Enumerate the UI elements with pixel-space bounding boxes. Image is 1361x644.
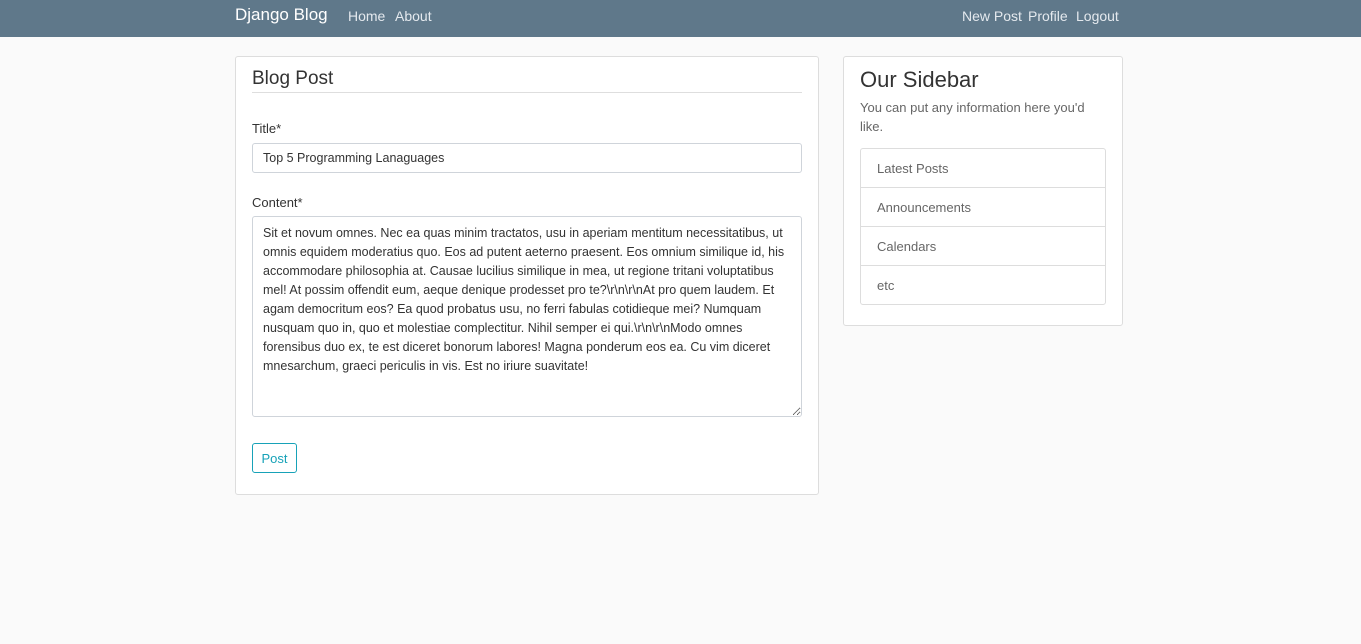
nav-new-post-link[interactable]: New Post (962, 8, 1022, 24)
brand-link[interactable]: Django Blog (235, 5, 328, 25)
title-input[interactable] (252, 143, 802, 173)
content-label: Content* (252, 195, 303, 210)
nav-profile-link[interactable]: Profile (1028, 8, 1068, 24)
sidebar-item-calendars[interactable]: Calendars (861, 227, 1105, 266)
sidebar-item-announcements[interactable]: Announcements (861, 188, 1105, 227)
title-label: Title* (252, 121, 282, 136)
nav-about-link[interactable]: About (395, 8, 432, 24)
sidebar-card: Our Sidebar You can put any information … (843, 56, 1123, 326)
content-textarea[interactable]: Sit et novum omnes. Nec ea quas minim tr… (252, 216, 802, 417)
sidebar-item-latest-posts[interactable]: Latest Posts (861, 149, 1105, 188)
top-navbar: Django Blog Home About New Post Profile … (0, 0, 1361, 37)
post-button[interactable]: Post (252, 443, 297, 473)
form-legend: Blog Post (252, 68, 802, 93)
blog-post-form-card: Blog Post Title* Content* Sit et novum o… (235, 56, 819, 495)
sidebar-description: You can put any information here you'd l… (860, 100, 1085, 134)
nav-home-link[interactable]: Home (348, 8, 385, 24)
sidebar-list: Latest Posts Announcements Calendars etc (860, 148, 1106, 305)
sidebar-title: Our Sidebar (860, 67, 979, 92)
sidebar-item-etc[interactable]: etc (861, 266, 1105, 305)
nav-logout-link[interactable]: Logout (1076, 8, 1119, 24)
